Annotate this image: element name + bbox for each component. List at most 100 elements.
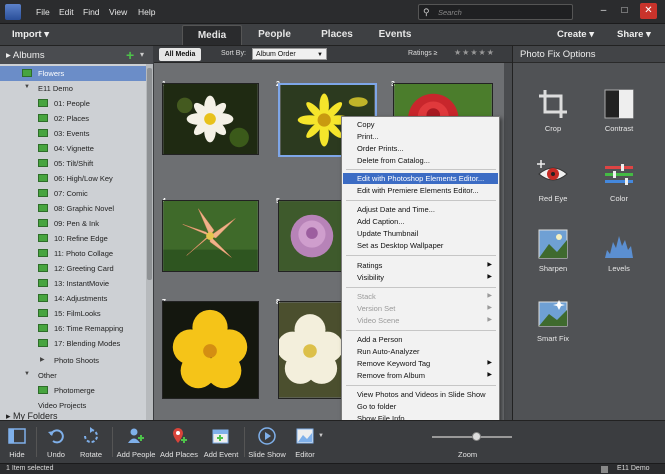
close-button[interactable]: ✕ [640,3,657,19]
tab-places[interactable]: Places [317,25,357,45]
menu-visibility[interactable]: Visibility ▶ [343,272,498,283]
album-item[interactable]: 05: Tilt/Shift [0,156,146,171]
menu-set-desktop-wallpaper[interactable]: Set as Desktop Wallpaper [343,240,498,251]
tab-events[interactable]: Events [376,25,414,45]
album-item[interactable]: 16: Time Remapping [0,321,146,336]
rating-stars-filter[interactable]: ★★★★★ [454,48,495,57]
albums-scrollbar[interactable] [146,64,153,420]
album-photo-shoots[interactable]: ▶ Photo Shoots [0,353,146,368]
album-item[interactable]: 06: High/Low Key [0,171,146,186]
expand-icon[interactable]: ▼ [24,371,30,377]
scroll-thumb[interactable] [147,68,152,280]
album-item[interactable]: 02: Places [0,111,146,126]
album-item[interactable]: 11: Photo Collage [0,246,146,261]
share-button[interactable]: Share ▾ [617,29,651,40]
maximize-button[interactable]: □ [616,3,633,19]
slide-show-button[interactable]: Slide Show [246,425,288,461]
album-group-other[interactable]: ▼ Other [0,368,146,383]
add-places-button[interactable]: Add Places [158,425,200,461]
albums-title[interactable]: ▸ Albums [6,50,45,61]
expand-icon[interactable]: ▶ [40,356,45,363]
menu-run-auto-analyzer[interactable]: Run Auto-Analyzer [343,346,498,357]
expand-icon[interactable]: ▼ [24,84,30,90]
album-item[interactable]: 13: InstantMovie [0,276,146,291]
undo-button[interactable]: Undo [40,425,72,461]
editor-icon [296,428,314,444]
submenu-arrow-icon: ▶ [487,305,492,311]
menu-view-slide-show[interactable]: View Photos and Videos in Slide Show [343,389,498,400]
create-button[interactable]: Create ▾ [557,29,594,40]
album-icon [38,219,48,227]
album-item[interactable]: 07: Comic [0,186,146,201]
minimize-button[interactable]: – [595,3,612,19]
catalog-name[interactable]: E11 Demo [617,465,650,472]
album-icon [38,386,48,394]
album-item[interactable]: 04: Vignette [0,141,146,156]
color-tool[interactable]: Color [589,158,649,220]
grid-scrollbar[interactable] [504,63,512,420]
rotate-icon [84,427,98,443]
menu-print[interactable]: Print... [343,131,498,142]
menu-find[interactable]: Find [83,7,100,17]
add-people-icon [128,428,144,443]
levels-tool[interactable]: Levels [589,228,649,290]
thumbnail-card[interactable]: 4 [160,198,273,298]
contrast-tool[interactable]: Contrast [589,88,649,150]
rotate-button[interactable]: Rotate [74,425,108,461]
menu-remove-from-album[interactable]: Remove from Album ▶ [343,370,498,381]
editor-button[interactable]: Editor [290,425,320,461]
menu-ratings[interactable]: Ratings ▶ [343,260,498,271]
chevron-down-icon[interactable]: ▾ [140,50,144,59]
menu-go-to-folder[interactable]: Go to folder [343,401,498,412]
album-item[interactable]: 01: People [0,96,146,111]
smart-fix-tool[interactable]: Smart Fix [523,298,583,360]
sort-by-select[interactable]: Album Order ▼ [252,48,327,60]
album-item[interactable]: 12: Greeting Card [0,261,146,276]
tab-people[interactable]: People [252,25,297,45]
add-event-button[interactable]: Add Event [200,425,242,461]
menu-bar: File Edit Find View Help ⚲ Search – □ ✕ [0,0,665,24]
menu-adjust-date-time[interactable]: Adjust Date and Time... [343,204,498,215]
album-flowers[interactable]: Flowers [0,66,146,81]
add-people-button[interactable]: Add People [114,425,158,461]
menu-delete-from-catalog[interactable]: Delete from Catalog... [343,155,498,166]
album-group-e11-demo[interactable]: ▼ E11 Demo [0,81,146,96]
album-item[interactable]: 03: Events [0,126,146,141]
search-input[interactable]: ⚲ Search [418,4,573,20]
bottom-toolbar: Hide Undo Rotate Add People Add Places A… [0,420,665,463]
album-item[interactable]: 09: Pen & Ink [0,216,146,231]
menu-view[interactable]: View [109,7,127,17]
album-item[interactable]: 15: FilmLooks [0,306,146,321]
menu-update-thumbnail[interactable]: Update Thumbnail [343,228,498,239]
menu-add-a-person[interactable]: Add a Person [343,334,498,345]
sharpen-tool[interactable]: Sharpen [523,228,583,290]
tab-media[interactable]: Media [182,25,242,45]
menu-edit-photoshop-elements[interactable]: Edit with Photoshop Elements Editor... [343,173,498,184]
menu-edit[interactable]: Edit [59,7,74,17]
menu-order-prints[interactable]: Order Prints... [343,143,498,154]
play-icon [258,427,276,445]
submenu-arrow-icon: ▶ [487,274,492,280]
menu-separator [346,200,496,201]
zoom-slider-handle[interactable] [472,432,481,441]
thumbnail-card[interactable]: 1 [160,81,273,181]
menu-copy[interactable]: Copy [343,119,498,130]
album-photomerge[interactable]: Photomerge [0,383,146,398]
menu-help[interactable]: Help [138,7,155,17]
menu-remove-keyword-tag[interactable]: Remove Keyword Tag ▶ [343,358,498,369]
import-button[interactable]: Import ▾ [12,29,49,40]
album-item[interactable]: 08: Graphic Novel [0,201,146,216]
album-item[interactable]: 17: Blending Modes [0,336,146,351]
red-eye-tool[interactable]: Red Eye [523,158,583,220]
menu-add-caption[interactable]: Add Caption... [343,216,498,227]
menu-file[interactable]: File [36,7,50,17]
add-album-icon[interactable]: + [126,47,134,63]
editor-dropdown-icon[interactable]: ▼ [318,433,324,439]
hide-button[interactable]: Hide [2,425,32,461]
all-media-button[interactable]: All Media [159,48,201,61]
crop-tool[interactable]: Crop [523,88,583,150]
menu-edit-premiere-elements[interactable]: Edit with Premiere Elements Editor... [343,185,498,196]
album-item[interactable]: 10: Refine Edge [0,231,146,246]
thumbnail-card[interactable]: 7 [160,299,273,399]
album-item[interactable]: 14: Adjustments [0,291,146,306]
